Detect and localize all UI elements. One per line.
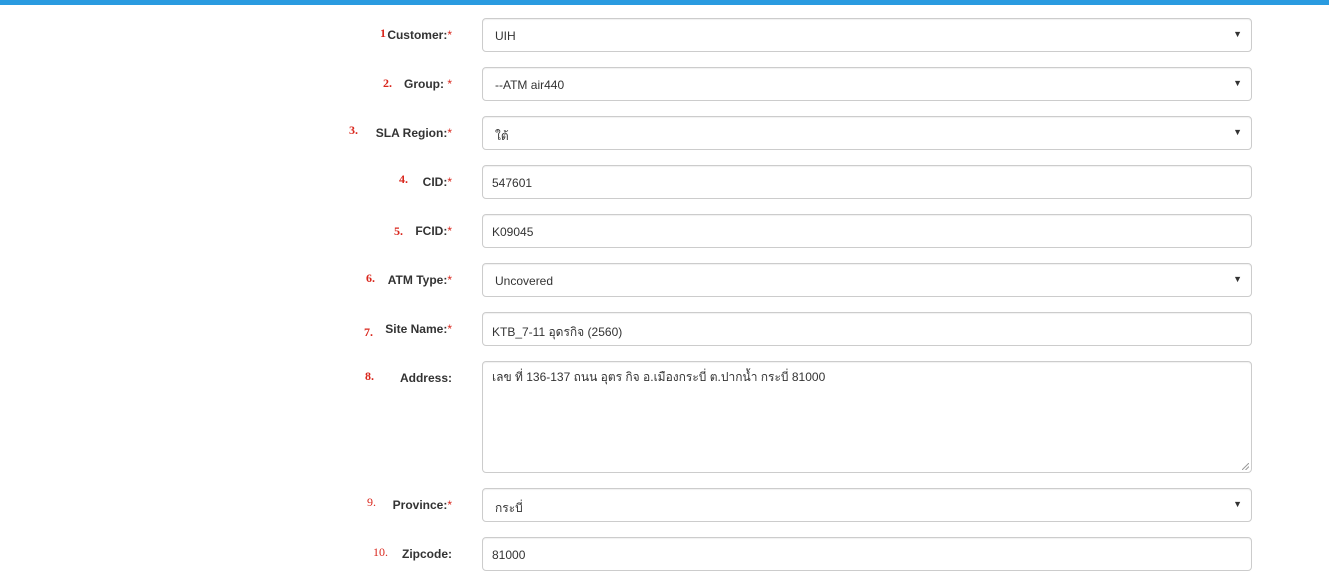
cid-input[interactable]: 547601 (482, 165, 1252, 199)
required-marker: * (447, 273, 452, 287)
sla-region-select[interactable]: ใต้ ▼ (482, 116, 1252, 150)
group-select[interactable]: --ATM air440 ▼ (482, 67, 1252, 101)
field-number: 7. (364, 325, 373, 339)
atm-type-label: ATM Type:* (387, 273, 452, 287)
province-label: Province:* (392, 498, 452, 512)
sla-region-label: SLA Region:* (375, 126, 452, 140)
province-select[interactable]: กระบี่ ▼ (482, 488, 1252, 522)
chevron-down-icon: ▼ (1233, 29, 1242, 39)
site-name-label: Site Name:* (385, 322, 452, 336)
field-number: 1 (380, 26, 386, 40)
resize-handle-icon[interactable] (1242, 463, 1249, 470)
field-number: 10. (373, 545, 388, 559)
field-number: 6. (366, 271, 375, 285)
address-textarea[interactable]: เลข ที่ 136-137 ถนน อุตร กิจ อ.เมืองกระบ… (482, 361, 1252, 473)
field-number: 2. (383, 76, 392, 90)
textarea-value: เลข ที่ 136-137 ถนน อุตร กิจ อ.เมืองกระบ… (492, 370, 826, 384)
selected-value: --ATM air440 (495, 78, 565, 92)
required-marker: * (447, 322, 452, 336)
input-value: K09045 (492, 225, 534, 239)
selected-value: กระบี่ (495, 501, 523, 515)
field-number: 3. (349, 123, 358, 137)
input-value: KTB_7-11 อุดรกิจ (2560) (492, 325, 623, 339)
address-label: Address: (399, 371, 452, 385)
field-number: 5. (394, 224, 403, 238)
required-marker: * (447, 28, 452, 42)
required-marker: * (447, 126, 452, 140)
site-name-input[interactable]: KTB_7-11 อุดรกิจ (2560) (482, 312, 1252, 346)
zipcode-label: Zipcode: (402, 547, 452, 561)
fcid-label: FCID:* (415, 224, 452, 238)
field-number: 9. (367, 495, 376, 509)
fcid-input[interactable]: K09045 (482, 214, 1252, 248)
chevron-down-icon: ▼ (1233, 274, 1242, 284)
selected-value: ใต้ (495, 129, 509, 143)
top-accent-bar (0, 0, 1329, 5)
required-marker: * (447, 77, 452, 91)
chevron-down-icon: ▼ (1233, 78, 1242, 88)
field-number: 8. (365, 369, 374, 383)
zipcode-input[interactable]: 81000 (482, 537, 1252, 571)
field-number: 4. (399, 172, 408, 186)
group-label: Group: * (403, 77, 452, 91)
selected-value: Uncovered (495, 274, 554, 288)
atm-type-select[interactable]: Uncovered ▼ (482, 263, 1252, 297)
customer-select[interactable]: UIH ▼ (482, 18, 1252, 52)
cid-label: CID:* (422, 175, 452, 189)
required-marker: * (447, 498, 452, 512)
chevron-down-icon: ▼ (1233, 127, 1242, 137)
required-marker: * (447, 224, 452, 238)
selected-value: UIH (495, 29, 516, 43)
customer-label: Customer:* (387, 28, 452, 42)
input-value: 81000 (492, 548, 526, 562)
required-marker: * (447, 175, 452, 189)
input-value: 547601 (492, 176, 533, 190)
chevron-down-icon: ▼ (1233, 499, 1242, 509)
